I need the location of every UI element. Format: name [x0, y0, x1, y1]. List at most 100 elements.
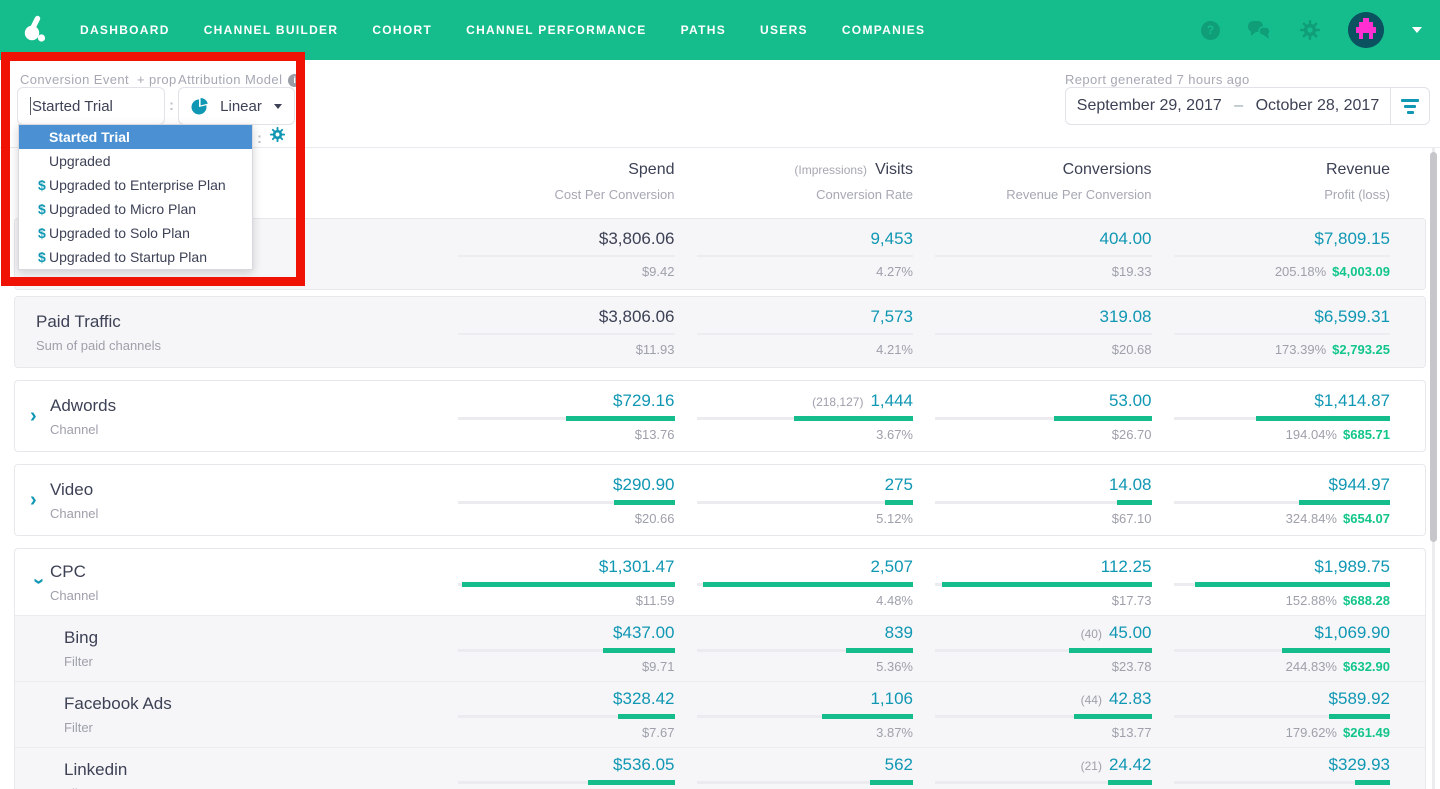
metric-top: 53.00 [1109, 392, 1152, 409]
metric-bottom: $13.77 [1112, 726, 1152, 739]
metric-value[interactable]: $328.42 [613, 690, 674, 707]
event-settings-gear-icon[interactable] [270, 127, 285, 147]
metric-subvalue: $20.68 [1111, 342, 1152, 357]
secondary-value: (21) [1080, 759, 1102, 773]
text-cursor [30, 97, 31, 115]
metric-value[interactable]: $1,989.75 [1314, 558, 1390, 575]
metric-bottom: $20.68 [1112, 343, 1152, 356]
metric-value[interactable]: 14.08 [1109, 476, 1152, 493]
secondary-value: (40) [1080, 627, 1102, 641]
metric-top: $944.97 [1329, 476, 1390, 493]
metric-value[interactable]: 839 [885, 624, 913, 641]
metric-cell: (21)24.42$13.51 [913, 748, 1152, 789]
metric-bar-fill [1054, 415, 1152, 421]
conversion-event-option[interactable]: $ Upgraded to Startup Plan [19, 245, 252, 269]
nav-item-users[interactable]: USERS [760, 23, 808, 37]
metric-value[interactable]: 404.00 [1100, 230, 1152, 247]
table-row[interactable]: › Video Channel $290.90 $20.66 275 5.12% 14.08 $… [15, 465, 1425, 535]
option-label: Upgraded [49, 153, 111, 169]
metric-value[interactable]: $7,809.15 [1314, 230, 1390, 247]
metric-value[interactable]: 1,444 [870, 392, 913, 409]
conversion-event-input[interactable]: Started Trial [17, 87, 165, 125]
nav-item-dashboard[interactable]: DASHBOARD [80, 23, 170, 37]
option-label: Upgraded to Startup Plan [49, 249, 207, 265]
metric-cell: $1,069.90 244.83% $632.90 [1152, 616, 1390, 681]
metric-bar-fill [845, 648, 913, 653]
metric-value[interactable]: 2,507 [870, 558, 913, 575]
metric-value[interactable]: 275 [885, 476, 913, 493]
table-row[interactable]: Facebook Ads Filter $328.42 $7.67 1,106 3.87%… [15, 681, 1425, 747]
row-subtitle: Filter [64, 720, 93, 735]
conversion-event-option[interactable]: $ Upgraded to Solo Plan [19, 221, 252, 245]
row-card: Paid Traffic Sum of paid channels $3,806.0… [14, 296, 1426, 368]
metric-value[interactable]: 7,573 [870, 308, 913, 325]
metric-cell: 319.08 $20.68 [913, 297, 1152, 367]
metric-top: (21) 24.42 [1081, 756, 1152, 773]
conversion-event-option[interactable]: Started Trial [19, 125, 252, 149]
settings-icon[interactable] [1300, 20, 1320, 40]
metric-value[interactable]: $536.05 [613, 756, 674, 773]
conversion-event-option[interactable]: $ Upgraded to Enterprise Plan [19, 173, 252, 197]
app-logo[interactable] [22, 15, 50, 45]
chevron-right-icon[interactable]: › [30, 490, 48, 510]
nav-item-channel-performance[interactable]: CHANNEL PERFORMANCE [466, 23, 646, 37]
nav-item-paths[interactable]: PATHS [681, 23, 726, 37]
metric-value[interactable]: $329.93 [1329, 756, 1390, 773]
messages-icon[interactable] [1248, 20, 1272, 40]
metric-value[interactable]: $6,599.31 [1314, 308, 1390, 325]
metric-top: $7,809.15 [1314, 230, 1390, 247]
nav-item-channel-builder[interactable]: CHANNEL BUILDER [204, 23, 339, 37]
attribution-model-select[interactable]: Linear [178, 87, 295, 125]
metric-value[interactable]: $944.97 [1329, 476, 1390, 493]
metric-value[interactable]: 53.00 [1109, 392, 1152, 409]
metric-value[interactable]: 24.42 [1109, 756, 1152, 773]
metric-value[interactable]: $290.90 [613, 476, 674, 493]
profit-value: $632.90 [1343, 659, 1390, 674]
filter-icon[interactable] [1391, 98, 1429, 114]
row-cells: $3,806.06 $9.42 9,453 4.27% 404.00 $19.33 $7,8… [436, 219, 1390, 289]
table-row[interactable]: › CPC Channel $1,301.47 $11.59 2,507 4.48% 112.… [15, 549, 1425, 615]
metric-value[interactable]: 42.83 [1109, 690, 1152, 707]
info-icon[interactable]: i [288, 74, 302, 88]
metric-value[interactable]: 562 [885, 756, 913, 773]
table-row[interactable]: Paid Traffic Sum of paid channels $3,806.0… [15, 297, 1425, 367]
nav-item-cohort[interactable]: COHORT [372, 23, 432, 37]
nav-item-companies[interactable]: COMPANIES [842, 23, 925, 37]
metric-value[interactable]: 9,453 [870, 230, 913, 247]
metric-value: $3,806.06 [598, 229, 675, 248]
dollar-icon: $ [38, 249, 46, 265]
metric-value[interactable]: 1,106 [870, 690, 913, 707]
row-names: Paid Traffic Sum of paid channels [36, 312, 161, 353]
metric-value[interactable]: $729.16 [613, 392, 674, 409]
metric-bar [696, 714, 913, 719]
help-icon[interactable]: ? [1201, 20, 1220, 40]
metric-value[interactable]: 319.08 [1100, 308, 1152, 325]
chevron-down-icon[interactable]: › [28, 578, 50, 596]
metric-value[interactable]: 45.00 [1109, 624, 1152, 641]
metric-value[interactable]: 112.25 [1101, 558, 1152, 575]
table-row[interactable]: LinkedinFilter $536.05$21.955624.34% (21) 2… [15, 747, 1425, 789]
conversion-event-option[interactable]: Upgraded [19, 149, 252, 173]
scrollbar-thumb[interactable] [1430, 152, 1437, 542]
metric-top: $3,806.06 [599, 308, 675, 325]
table-row[interactable]: › Adwords Channel $729.16 $13.76 (218,127) 1,4… [15, 381, 1425, 451]
row-card: › Adwords Channel $729.16 $13.76 (218,127) 1,4… [14, 380, 1426, 452]
add-prop-button[interactable]: + prop [137, 72, 177, 87]
metric-cell: 839 5.36% [675, 616, 913, 681]
chevron-down-icon[interactable] [1412, 27, 1422, 33]
app-screen: DASHBOARD CHANNEL BUILDER COHORT CHANNEL… [0, 0, 1440, 789]
date-range-picker[interactable]: September 29, 2017 – October 28, 2017 [1065, 87, 1430, 125]
metric-value[interactable]: $589.92 [1329, 690, 1390, 707]
metric-top: $729.16 [613, 392, 674, 409]
chevron-right-icon[interactable]: › [30, 406, 48, 426]
metric-value[interactable]: $1,414.87 [1314, 392, 1390, 409]
metric-bottom: 152.88% $688.28 [1286, 594, 1390, 607]
metric-value[interactable]: $1,301.47 [599, 558, 675, 575]
metric-bottom: 173.39% $2,793.25 [1275, 343, 1390, 356]
metric-value[interactable]: $1,069.90 [1314, 624, 1390, 641]
table-row[interactable]: Bing Filter $437.00 $9.71 839 5.36% (40) 45.00 $… [15, 615, 1425, 681]
conversion-event-option[interactable]: $ Upgraded to Micro Plan [19, 197, 252, 221]
metric-value[interactable]: $437.00 [613, 624, 674, 641]
avatar[interactable] [1348, 12, 1384, 48]
metric-subvalue: $7.67 [641, 725, 675, 740]
